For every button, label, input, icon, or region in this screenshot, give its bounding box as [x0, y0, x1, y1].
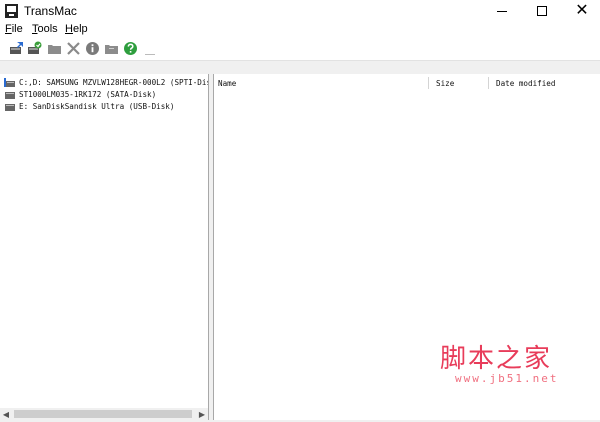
column-header-name[interactable]: Name [218, 79, 236, 88]
open-image-icon[interactable] [9, 41, 24, 56]
delete-icon[interactable] [66, 41, 81, 56]
watermark-url: www.jb51.net [455, 372, 559, 385]
app-window: TransMac ✕ File Tools Help C:,D: SAMSUNG… [0, 0, 600, 422]
tree-item-label: E: SanDiskSandisk Ultra (USB-Disk) [19, 102, 175, 111]
info-icon[interactable] [85, 41, 100, 56]
column-header-size[interactable]: Size [436, 79, 454, 88]
scroll-right-icon[interactable]: ▶ [196, 408, 208, 420]
minimize-icon [497, 10, 507, 12]
column-divider[interactable] [488, 77, 489, 89]
hard-disk-icon [5, 92, 15, 99]
title-bar[interactable]: TransMac ✕ [0, 0, 600, 22]
menu-bar: File Tools Help [0, 22, 600, 38]
menu-help[interactable]: Help [65, 23, 88, 35]
toolbar [0, 38, 600, 61]
column-header-date-modified[interactable]: Date modified [496, 79, 555, 88]
drive-tree-pane[interactable]: C:,D: SAMSUNG MZVLW128HEGR-000L2 (SPTI-D… [0, 74, 209, 420]
close-icon: ✕ [575, 2, 589, 19]
column-divider[interactable] [428, 77, 429, 89]
menu-tools[interactable]: Tools [32, 23, 58, 35]
toolbar-placeholder [145, 54, 155, 55]
maximize-button[interactable] [522, 0, 562, 22]
folder-icon[interactable] [47, 41, 62, 56]
maximize-icon [537, 6, 547, 16]
new-folder-icon[interactable] [104, 41, 119, 56]
horizontal-scrollbar[interactable]: ◀ ▶ [0, 408, 208, 420]
tree-item[interactable]: E: SanDiskSandisk Ultra (USB-Disk) [4, 100, 174, 113]
scroll-left-icon[interactable]: ◀ [0, 408, 12, 420]
app-icon [5, 4, 18, 18]
scrollbar-thumb[interactable] [14, 410, 192, 418]
help-icon[interactable] [123, 41, 138, 56]
tree-item-label: ST1000LM035-1RK172 (SATA-Disk) [19, 90, 157, 99]
restore-icon[interactable] [27, 41, 42, 56]
tree-item-label: C:,D: SAMSUNG MZVLW128HEGR-000L2 (SPTI-D… [19, 78, 209, 87]
window-title: TransMac [24, 4, 77, 18]
usb-disk-icon [5, 104, 15, 111]
minimize-button[interactable] [482, 0, 522, 22]
hard-disk-icon [4, 78, 15, 87]
close-button[interactable]: ✕ [562, 0, 600, 22]
menu-file[interactable]: File [5, 23, 23, 35]
watermark-title: 脚本之家 [440, 344, 553, 374]
